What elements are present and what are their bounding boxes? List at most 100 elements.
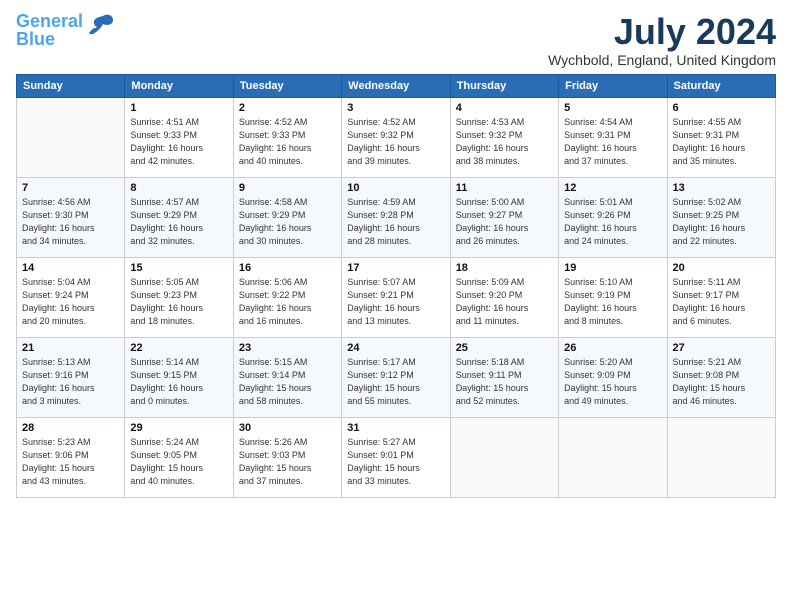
calendar-cell: 19 Sunrise: 5:10 AM Sunset: 9:19 PM Dayli… [559, 257, 667, 337]
day-number: 14 [22, 262, 119, 274]
calendar-cell [17, 97, 125, 177]
logo: GeneralBlue [16, 12, 115, 48]
calendar-cell: 30 Sunrise: 5:26 AM Sunset: 9:03 PM Dayli… [233, 417, 341, 497]
header-thursday: Thursday [450, 74, 558, 97]
day-number: 31 [347, 422, 444, 434]
day-info: Sunrise: 5:02 AM Sunset: 9:25 PM Dayligh… [673, 196, 770, 248]
day-info: Sunrise: 5:13 AM Sunset: 9:16 PM Dayligh… [22, 356, 119, 408]
weekday-header-row: Sunday Monday Tuesday Wednesday Thursday… [17, 74, 776, 97]
calendar-cell: 25 Sunrise: 5:18 AM Sunset: 9:11 PM Dayli… [450, 337, 558, 417]
day-info: Sunrise: 5:21 AM Sunset: 9:08 PM Dayligh… [673, 356, 770, 408]
day-number: 9 [239, 182, 336, 194]
calendar-cell: 20 Sunrise: 5:11 AM Sunset: 9:17 PM Dayli… [667, 257, 775, 337]
day-info: Sunrise: 5:10 AM Sunset: 9:19 PM Dayligh… [564, 276, 661, 328]
header-wednesday: Wednesday [342, 74, 450, 97]
day-info: Sunrise: 4:54 AM Sunset: 9:31 PM Dayligh… [564, 116, 661, 168]
calendar-cell: 18 Sunrise: 5:09 AM Sunset: 9:20 PM Dayli… [450, 257, 558, 337]
day-info: Sunrise: 5:00 AM Sunset: 9:27 PM Dayligh… [456, 196, 553, 248]
calendar-page: GeneralBlue July 2024 Wychbold, England,… [0, 0, 792, 612]
day-number: 25 [456, 342, 553, 354]
day-number: 29 [130, 422, 227, 434]
header-monday: Monday [125, 74, 233, 97]
calendar-header: Sunday Monday Tuesday Wednesday Thursday… [17, 74, 776, 97]
calendar-cell: 22Sunrise: 5:14 AM Sunset: 9:15 PM Dayli… [125, 337, 233, 417]
day-info: Sunrise: 5:06 AM Sunset: 9:22 PM Dayligh… [239, 276, 336, 328]
day-number: 19 [564, 262, 661, 274]
calendar-cell: 5 Sunrise: 4:54 AM Sunset: 9:31 PM Daylig… [559, 97, 667, 177]
day-info: Sunrise: 5:09 AM Sunset: 9:20 PM Dayligh… [456, 276, 553, 328]
day-info: Sunrise: 4:53 AM Sunset: 9:32 PM Dayligh… [456, 116, 553, 168]
day-number: 28 [22, 422, 119, 434]
day-info: Sunrise: 4:57 AM Sunset: 9:29 PM Dayligh… [130, 196, 227, 248]
day-info: Sunrise: 4:51 AM Sunset: 9:33 PM Dayligh… [130, 116, 227, 168]
calendar-cell [559, 417, 667, 497]
day-number: 22 [130, 342, 227, 354]
logo-bird-icon [85, 12, 115, 40]
day-number: 4 [456, 102, 553, 114]
calendar-cell [667, 417, 775, 497]
day-number: 20 [673, 262, 770, 274]
day-info: Sunrise: 5:07 AM Sunset: 9:21 PM Dayligh… [347, 276, 444, 328]
day-info: Sunrise: 5:17 AM Sunset: 9:12 PM Dayligh… [347, 356, 444, 408]
day-number: 27 [673, 342, 770, 354]
header-friday: Friday [559, 74, 667, 97]
day-info: Sunrise: 5:18 AM Sunset: 9:11 PM Dayligh… [456, 356, 553, 408]
calendar-cell [450, 417, 558, 497]
title-block: July 2024 Wychbold, England, United King… [548, 12, 776, 68]
calendar-cell: 23 Sunrise: 5:15 AM Sunset: 9:14 PM Dayli… [233, 337, 341, 417]
day-number: 18 [456, 262, 553, 274]
calendar-body: 1 Sunrise: 4:51 AM Sunset: 9:33 PM Daylig… [17, 97, 776, 497]
day-number: 23 [239, 342, 336, 354]
calendar-cell: 8 Sunrise: 4:57 AM Sunset: 9:29 PM Daylig… [125, 177, 233, 257]
calendar-cell: 29 Sunrise: 5:24 AM Sunset: 9:05 PM Dayli… [125, 417, 233, 497]
day-info: Sunrise: 5:20 AM Sunset: 9:09 PM Dayligh… [564, 356, 661, 408]
day-info: Sunrise: 5:05 AM Sunset: 9:23 PM Dayligh… [130, 276, 227, 328]
day-info: Sunrise: 5:26 AM Sunset: 9:03 PM Dayligh… [239, 436, 336, 488]
day-number: 24 [347, 342, 444, 354]
calendar-cell: 31Sunrise: 5:27 AM Sunset: 9:01 PM Dayli… [342, 417, 450, 497]
day-info: Sunrise: 4:55 AM Sunset: 9:31 PM Dayligh… [673, 116, 770, 168]
day-number: 8 [130, 182, 227, 194]
day-info: Sunrise: 5:04 AM Sunset: 9:24 PM Dayligh… [22, 276, 119, 328]
day-number: 30 [239, 422, 336, 434]
day-number: 7 [22, 182, 119, 194]
week-row-3: 14 Sunrise: 5:04 AM Sunset: 9:24 PM Dayli… [17, 257, 776, 337]
header: GeneralBlue July 2024 Wychbold, England,… [16, 12, 776, 68]
calendar-cell: 11 Sunrise: 5:00 AM Sunset: 9:27 PM Dayli… [450, 177, 558, 257]
location-subtitle: Wychbold, England, United Kingdom [548, 52, 776, 68]
day-number: 10 [347, 182, 444, 194]
header-tuesday: Tuesday [233, 74, 341, 97]
week-row-5: 28 Sunrise: 5:23 AM Sunset: 9:06 PM Dayli… [17, 417, 776, 497]
day-info: Sunrise: 4:59 AM Sunset: 9:28 PM Dayligh… [347, 196, 444, 248]
day-number: 6 [673, 102, 770, 114]
calendar-table: Sunday Monday Tuesday Wednesday Thursday… [16, 74, 776, 498]
day-number: 3 [347, 102, 444, 114]
day-info: Sunrise: 4:56 AM Sunset: 9:30 PM Dayligh… [22, 196, 119, 248]
day-number: 26 [564, 342, 661, 354]
calendar-cell: 3 Sunrise: 4:52 AM Sunset: 9:32 PM Daylig… [342, 97, 450, 177]
calendar-cell: 1 Sunrise: 4:51 AM Sunset: 9:33 PM Daylig… [125, 97, 233, 177]
day-number: 2 [239, 102, 336, 114]
calendar-cell: 24 Sunrise: 5:17 AM Sunset: 9:12 PM Dayli… [342, 337, 450, 417]
day-number: 12 [564, 182, 661, 194]
day-number: 17 [347, 262, 444, 274]
week-row-4: 21Sunrise: 5:13 AM Sunset: 9:16 PM Dayli… [17, 337, 776, 417]
day-number: 5 [564, 102, 661, 114]
header-sunday: Sunday [17, 74, 125, 97]
week-row-2: 7 Sunrise: 4:56 AM Sunset: 9:30 PM Daylig… [17, 177, 776, 257]
day-info: Sunrise: 5:15 AM Sunset: 9:14 PM Dayligh… [239, 356, 336, 408]
calendar-cell: 28 Sunrise: 5:23 AM Sunset: 9:06 PM Dayli… [17, 417, 125, 497]
day-number: 1 [130, 102, 227, 114]
calendar-cell: 16 Sunrise: 5:06 AM Sunset: 9:22 PM Dayli… [233, 257, 341, 337]
day-number: 16 [239, 262, 336, 274]
calendar-cell: 14 Sunrise: 5:04 AM Sunset: 9:24 PM Dayli… [17, 257, 125, 337]
calendar-cell: 13Sunrise: 5:02 AM Sunset: 9:25 PM Dayli… [667, 177, 775, 257]
day-info: Sunrise: 4:52 AM Sunset: 9:33 PM Dayligh… [239, 116, 336, 168]
day-number: 11 [456, 182, 553, 194]
day-info: Sunrise: 4:52 AM Sunset: 9:32 PM Dayligh… [347, 116, 444, 168]
day-info: Sunrise: 5:11 AM Sunset: 9:17 PM Dayligh… [673, 276, 770, 328]
day-info: Sunrise: 5:24 AM Sunset: 9:05 PM Dayligh… [130, 436, 227, 488]
day-info: Sunrise: 5:23 AM Sunset: 9:06 PM Dayligh… [22, 436, 119, 488]
calendar-cell: 9Sunrise: 4:58 AM Sunset: 9:29 PM Daylig… [233, 177, 341, 257]
calendar-cell: 4 Sunrise: 4:53 AM Sunset: 9:32 PM Daylig… [450, 97, 558, 177]
